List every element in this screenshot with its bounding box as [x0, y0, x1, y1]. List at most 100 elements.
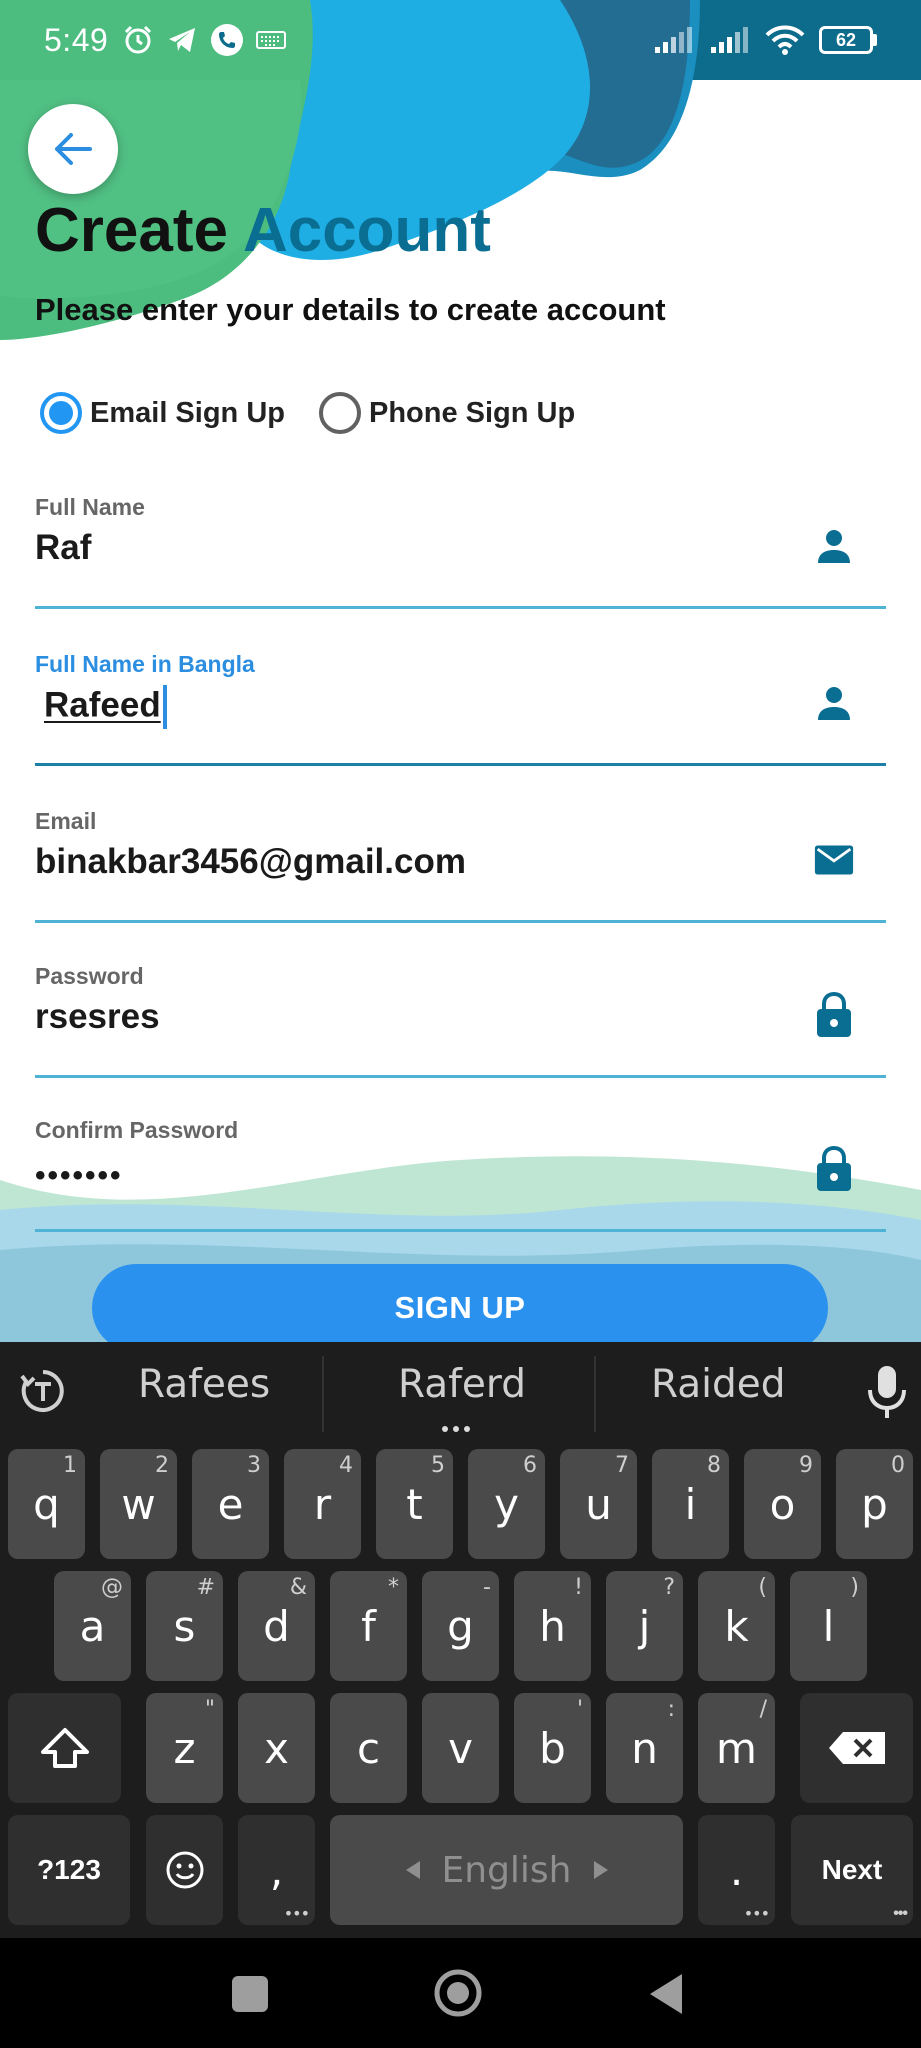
- sign-up-button[interactable]: SIGN UP: [92, 1264, 828, 1352]
- password-field[interactable]: Password rsesres: [35, 963, 886, 1078]
- back-nav-button[interactable]: [646, 1972, 686, 2016]
- key-q[interactable]: 1q: [8, 1449, 85, 1559]
- key-n[interactable]: :n: [606, 1693, 683, 1803]
- email-label: Email: [35, 808, 97, 834]
- full-name-bangla-value[interactable]: Rafeed: [44, 685, 167, 729]
- key-j[interactable]: ? j: [606, 1571, 683, 1681]
- lock-icon: [817, 992, 851, 1037]
- emoji-icon: [166, 1851, 203, 1889]
- symbols-key[interactable]: ?123: [8, 1815, 130, 1925]
- lock-icon: [817, 1146, 851, 1191]
- confirm-password-label: Confirm Password: [35, 1117, 239, 1143]
- password-label: Password: [35, 963, 144, 989]
- key-o[interactable]: 9o: [744, 1449, 821, 1559]
- full-name-bangla-field[interactable]: Full Name in Bangla Rafeed: [35, 651, 886, 766]
- key-k[interactable]: (k: [698, 1571, 775, 1681]
- page-title: Create Account: [35, 196, 491, 266]
- radio-selected-icon: [40, 392, 82, 434]
- wifi-icon: [765, 25, 805, 55]
- shift-key[interactable]: [8, 1693, 121, 1803]
- telegram-icon: [169, 28, 196, 52]
- shift-icon: [40, 1728, 89, 1768]
- page-subtitle: Please enter your details to create acco…: [35, 292, 666, 327]
- alarm-icon: [125, 25, 152, 54]
- person-icon: [818, 530, 850, 563]
- signal-icon: [711, 27, 748, 53]
- full-name-underline: [35, 606, 886, 609]
- key-z[interactable]: " z: [146, 1693, 223, 1803]
- signal-icon: [655, 27, 692, 53]
- system-navigation-bar: [0, 1938, 921, 2048]
- password-underline: [35, 1075, 886, 1078]
- key-v[interactable]: v: [422, 1693, 499, 1803]
- text-cursor: [162, 685, 167, 729]
- key-g[interactable]: -g: [422, 1571, 499, 1681]
- full-name-bangla-underline: [35, 763, 886, 766]
- emoji-key[interactable]: [146, 1815, 223, 1925]
- key-t[interactable]: 5t: [376, 1449, 453, 1559]
- email-signup-label: Email Sign Up: [90, 396, 285, 429]
- key-s[interactable]: # s: [146, 1571, 223, 1681]
- key-p[interactable]: 0p: [836, 1449, 913, 1559]
- more-suggestions-icon[interactable]: [442, 1426, 470, 1432]
- status-time: 5:49: [44, 21, 109, 58]
- space-language-label: English: [441, 1849, 572, 1891]
- comma-key[interactable]: , •••: [238, 1815, 315, 1925]
- key-m[interactable]: / m: [698, 1693, 775, 1803]
- status-right-icons: 62: [653, 25, 877, 55]
- email-underline: [35, 920, 886, 923]
- soft-keyboard: Rafees Raferd Raided 1q 2w 3e 4r 5t 6y 7…: [0, 1342, 921, 1938]
- suggestion-bar: Rafees Raferd Raided: [0, 1342, 921, 1442]
- arrow-left-icon: [55, 133, 92, 165]
- full-name-value[interactable]: Raf: [35, 528, 91, 568]
- full-name-field[interactable]: Full Name Raf: [35, 494, 886, 609]
- key-d[interactable]: & d: [238, 1571, 315, 1681]
- full-name-bangla-text: Rafeed: [44, 685, 161, 725]
- home-button[interactable]: [433, 1968, 483, 2018]
- recents-button[interactable]: [232, 1976, 268, 2012]
- suggestion-3[interactable]: Raided: [651, 1362, 785, 1407]
- keyboard-icon: [256, 31, 287, 49]
- suggestion-1[interactable]: Rafees: [138, 1362, 270, 1407]
- confirm-password-value[interactable]: •••••••: [35, 1159, 123, 1193]
- status-bar: 5:49 62: [0, 0, 921, 80]
- battery-level: 62: [819, 26, 873, 54]
- key-r[interactable]: 4r: [284, 1449, 361, 1559]
- key-f[interactable]: * f: [330, 1571, 407, 1681]
- email-signup-radio[interactable]: Email Sign Up: [40, 392, 285, 434]
- key-a[interactable]: @ a: [54, 1571, 131, 1681]
- title-account: Account: [242, 196, 491, 265]
- phone-signup-label: Phone Sign Up: [368, 396, 576, 429]
- suggestion-2[interactable]: Raferd: [398, 1362, 526, 1407]
- period-key[interactable]: . •••: [698, 1815, 775, 1925]
- key-l[interactable]: ) l: [790, 1571, 867, 1681]
- person-icon: [818, 687, 850, 720]
- key-e[interactable]: 3e: [192, 1449, 269, 1559]
- key-i[interactable]: 8i: [652, 1449, 729, 1559]
- space-key[interactable]: English: [330, 1815, 683, 1925]
- key-c[interactable]: c: [330, 1693, 407, 1803]
- backspace-key[interactable]: [800, 1693, 913, 1803]
- signup-type-radio-group: Email Sign Up Phone Sign Up: [40, 392, 609, 434]
- backspace-icon: [828, 1732, 885, 1764]
- key-y[interactable]: 6y: [468, 1449, 545, 1559]
- email-value[interactable]: binakbar3456@gmail.com: [35, 842, 466, 882]
- text-tools-icon[interactable]: [20, 1368, 66, 1414]
- next-key[interactable]: Next •••: [791, 1815, 913, 1925]
- mail-icon: [814, 845, 854, 875]
- confirm-password-underline: [35, 1229, 886, 1232]
- phone-signup-radio[interactable]: Phone Sign Up: [318, 392, 576, 434]
- status-left-icons: [122, 23, 287, 57]
- back-button[interactable]: [28, 104, 118, 194]
- radio-unselected-icon: [318, 392, 361, 434]
- key-h[interactable]: ! h: [514, 1571, 591, 1681]
- key-w[interactable]: 2w: [100, 1449, 177, 1559]
- key-b[interactable]: ' b: [514, 1693, 591, 1803]
- key-x[interactable]: x: [238, 1693, 315, 1803]
- email-field[interactable]: Email binakbar3456@gmail.com: [35, 808, 886, 923]
- microphone-icon[interactable]: [867, 1364, 907, 1420]
- confirm-password-field[interactable]: Confirm Password •••••••: [35, 1117, 886, 1232]
- key-u[interactable]: 7u: [560, 1449, 637, 1559]
- battery-indicator: 62: [819, 26, 877, 54]
- password-value[interactable]: rsesres: [35, 997, 160, 1037]
